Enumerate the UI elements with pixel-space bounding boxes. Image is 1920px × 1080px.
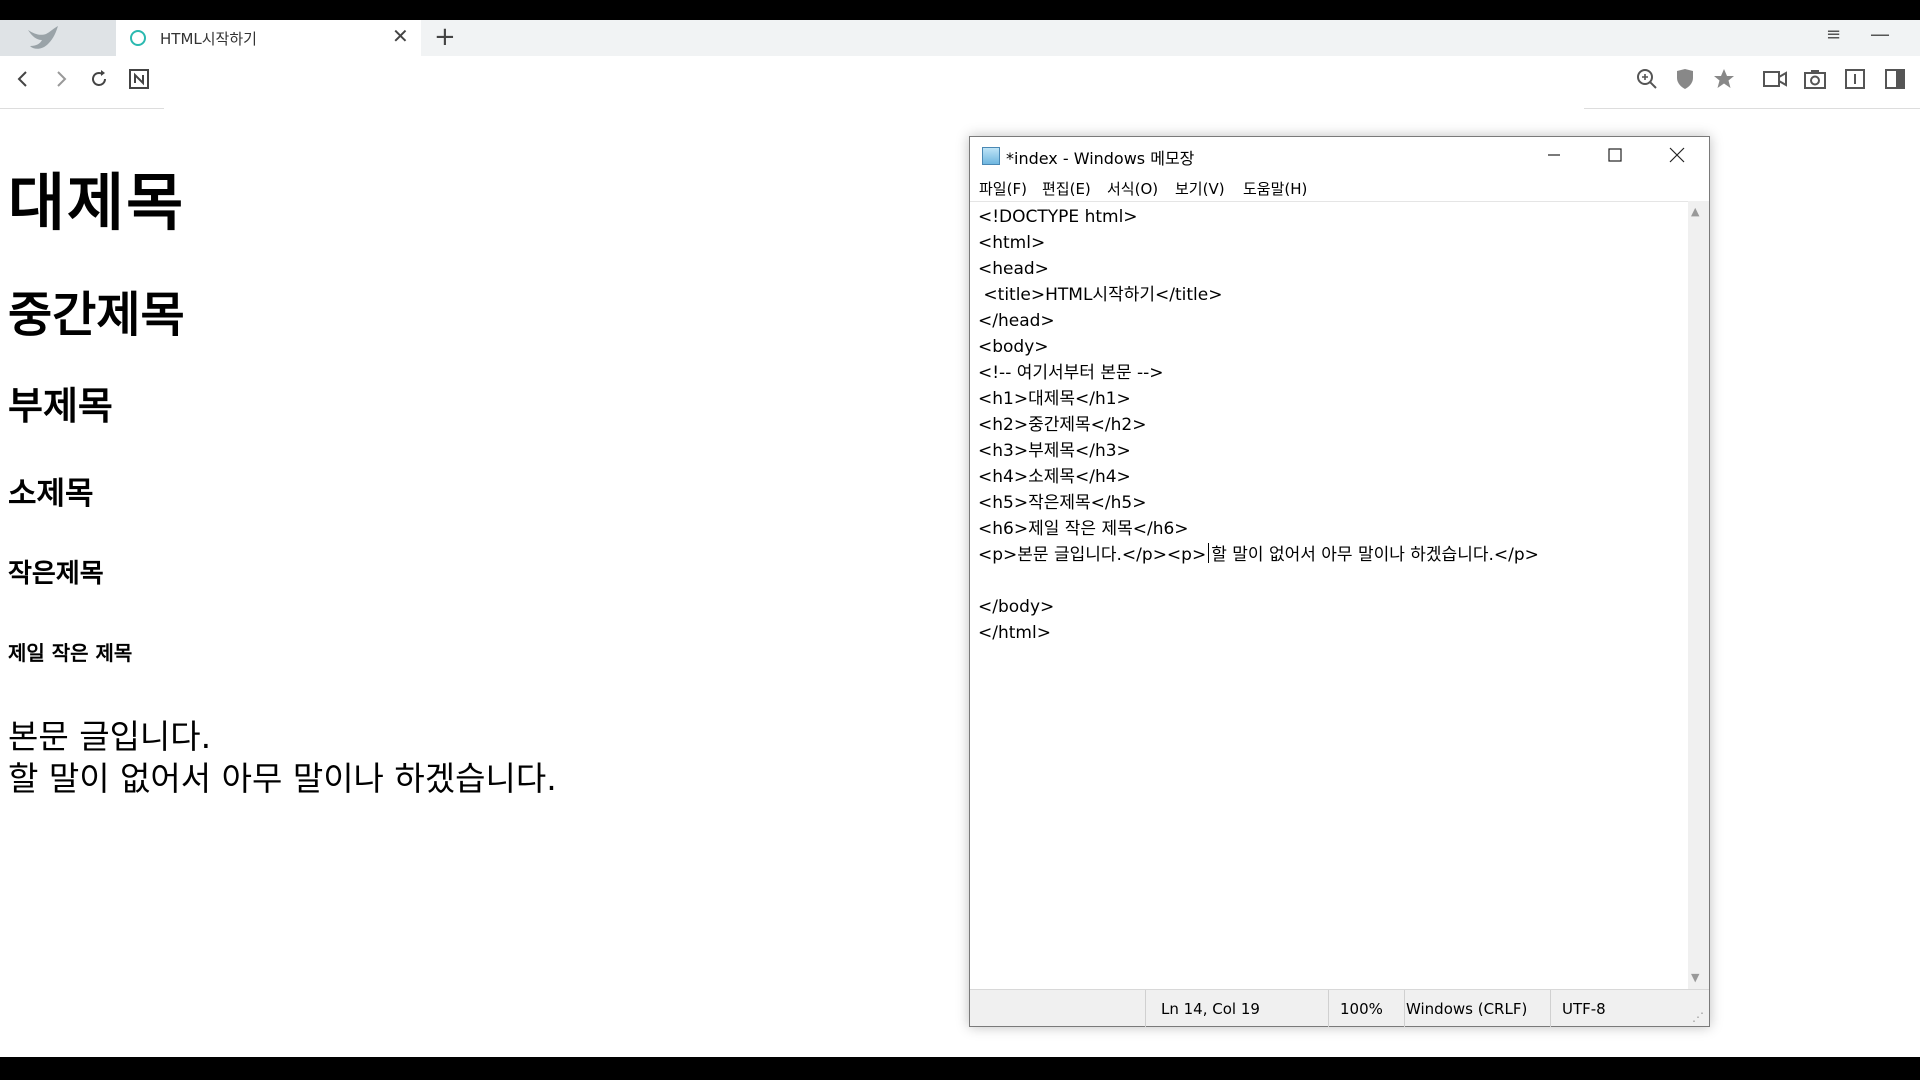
page-h3: 부제목 bbox=[8, 384, 113, 428]
code-line: <!-- 여기서부터 본문 --> bbox=[978, 363, 1164, 383]
rendered-page: 대제목 중간제목 부제목 소제목 작은제목 제일 작은 제목 본문 글입니다. … bbox=[0, 110, 960, 1050]
code-line: <title>HTML시작하기</title> bbox=[978, 285, 1223, 305]
page-h1: 대제목 bbox=[8, 166, 186, 239]
browser-logo-icon[interactable] bbox=[0, 20, 116, 56]
naver-home-icon[interactable] bbox=[124, 64, 154, 94]
browser-tab[interactable]: HTML시작하기 ✕ bbox=[116, 20, 421, 56]
notepad-menubar: 파일(F) 편집(E) 서식(O) 보기(V) 도움말(H) bbox=[970, 173, 1709, 201]
code-line: <h2>중간제목</h2> bbox=[978, 415, 1147, 435]
page-paragraph-1: 본문 글입니다. bbox=[8, 717, 212, 756]
status-separator bbox=[1145, 990, 1146, 1027]
menu-format[interactable]: 서식(O) bbox=[1107, 178, 1158, 199]
minimize-button[interactable] bbox=[1526, 137, 1582, 173]
code-line: <!DOCTYPE html> bbox=[978, 207, 1138, 227]
status-encoding: UTF-8 bbox=[1562, 1000, 1606, 1018]
scroll-up-icon[interactable]: ▲ bbox=[1691, 205, 1699, 218]
back-icon[interactable] bbox=[8, 64, 38, 94]
status-line-ending: Windows (CRLF) bbox=[1406, 1000, 1528, 1018]
status-zoom: 100% bbox=[1340, 1000, 1383, 1018]
screen: HTML시작하기 ✕ + ≡ — 대제목 중간제목 부제목 소제목 작은제목 제… bbox=[0, 20, 1920, 1057]
forward-icon[interactable] bbox=[46, 64, 76, 94]
page-h5: 작은제목 bbox=[8, 559, 104, 589]
notepad-titlebar[interactable]: *index - Windows 메모장 bbox=[970, 137, 1709, 173]
text-caret bbox=[1208, 543, 1210, 563]
reader-mode-icon[interactable] bbox=[1840, 64, 1870, 94]
browser-toolbar bbox=[0, 56, 1920, 102]
page-h6: 제일 작은 제목 bbox=[8, 641, 133, 665]
resize-grip-icon[interactable]: ⋰ bbox=[1692, 1010, 1704, 1024]
status-separator bbox=[1328, 990, 1329, 1027]
browser-tab-strip: HTML시작하기 ✕ + ≡ — bbox=[0, 20, 1920, 56]
menu-view[interactable]: 보기(V) bbox=[1175, 178, 1225, 199]
code-line: </head> bbox=[978, 311, 1055, 331]
menu-edit[interactable]: 편집(E) bbox=[1042, 178, 1091, 199]
code-line: <h5>작은제목</h5> bbox=[978, 493, 1147, 513]
tab-title: HTML시작하기 bbox=[160, 30, 257, 48]
notepad-window[interactable]: *index - Windows 메모장 파일(F) 편집(E) 서식(O) 보… bbox=[969, 136, 1710, 1027]
code-line: <html> bbox=[978, 233, 1046, 253]
tab-loading-icon bbox=[130, 30, 146, 46]
status-separator bbox=[1404, 990, 1405, 1027]
code-after-caret: 할 말이 없어서 아무 말이나 하겠습니다.</p> bbox=[1211, 545, 1539, 565]
status-position: Ln 14, Col 19 bbox=[1161, 1000, 1260, 1018]
code-line: </html> bbox=[978, 623, 1051, 643]
code-line: <h3>부제목</h3> bbox=[978, 441, 1131, 461]
notepad-title: *index - Windows 메모장 bbox=[1006, 149, 1195, 168]
code-line: <h6>제일 작은 제목</h6> bbox=[978, 519, 1189, 539]
status-separator bbox=[1550, 990, 1551, 1027]
code-line: <body> bbox=[978, 337, 1049, 357]
notepad-app-icon bbox=[982, 147, 1000, 165]
page-h4: 소제목 bbox=[8, 476, 94, 512]
notepad-statusbar: Ln 14, Col 19 100% Windows (CRLF) UTF-8 … bbox=[970, 989, 1709, 1027]
code-line: <head> bbox=[978, 259, 1049, 279]
code-line: <h4>소제목</h4> bbox=[978, 467, 1131, 487]
scroll-down-icon[interactable]: ▼ bbox=[1691, 971, 1699, 984]
new-tab-button[interactable]: + bbox=[434, 22, 456, 52]
tab-list-icon[interactable]: ≡ bbox=[1826, 24, 1841, 45]
toolbar-divider-right bbox=[1584, 108, 1920, 109]
notepad-text-area[interactable]: <!DOCTYPE html> <html> <head> <title>HTM… bbox=[970, 201, 1688, 989]
vertical-scrollbar[interactable]: ▲ ▼ bbox=[1688, 201, 1709, 989]
menu-file[interactable]: 파일(F) bbox=[979, 178, 1027, 199]
camera-icon[interactable] bbox=[1800, 64, 1830, 94]
code-line: <h1>대제목</h1> bbox=[978, 389, 1131, 409]
toolbar-divider bbox=[0, 108, 164, 109]
zoom-icon[interactable] bbox=[1632, 64, 1662, 94]
menu-help[interactable]: 도움말(H) bbox=[1243, 178, 1307, 199]
code-before-caret: <p>본문 글입니다.</p><p> bbox=[978, 545, 1207, 565]
page-paragraph-2: 할 말이 없어서 아무 말이나 하겠습니다. bbox=[8, 759, 557, 798]
reload-icon[interactable] bbox=[84, 64, 114, 94]
shield-icon[interactable] bbox=[1670, 64, 1700, 94]
sidebar-panel-icon[interactable] bbox=[1880, 64, 1910, 94]
video-icon[interactable] bbox=[1760, 64, 1790, 94]
close-button[interactable] bbox=[1649, 137, 1705, 173]
page-h2: 중간제목 bbox=[8, 287, 185, 343]
code-line: </body> bbox=[978, 597, 1055, 617]
code-line-caret: <p>본문 글입니다.</p><p> 할 말이 없어서 아무 말이나 하겠습니다.… bbox=[978, 542, 1539, 568]
minimize-icon[interactable]: — bbox=[1870, 22, 1890, 46]
maximize-button[interactable] bbox=[1587, 137, 1643, 173]
bookmark-star-icon[interactable] bbox=[1709, 64, 1739, 94]
tab-close-icon[interactable]: ✕ bbox=[392, 24, 409, 48]
